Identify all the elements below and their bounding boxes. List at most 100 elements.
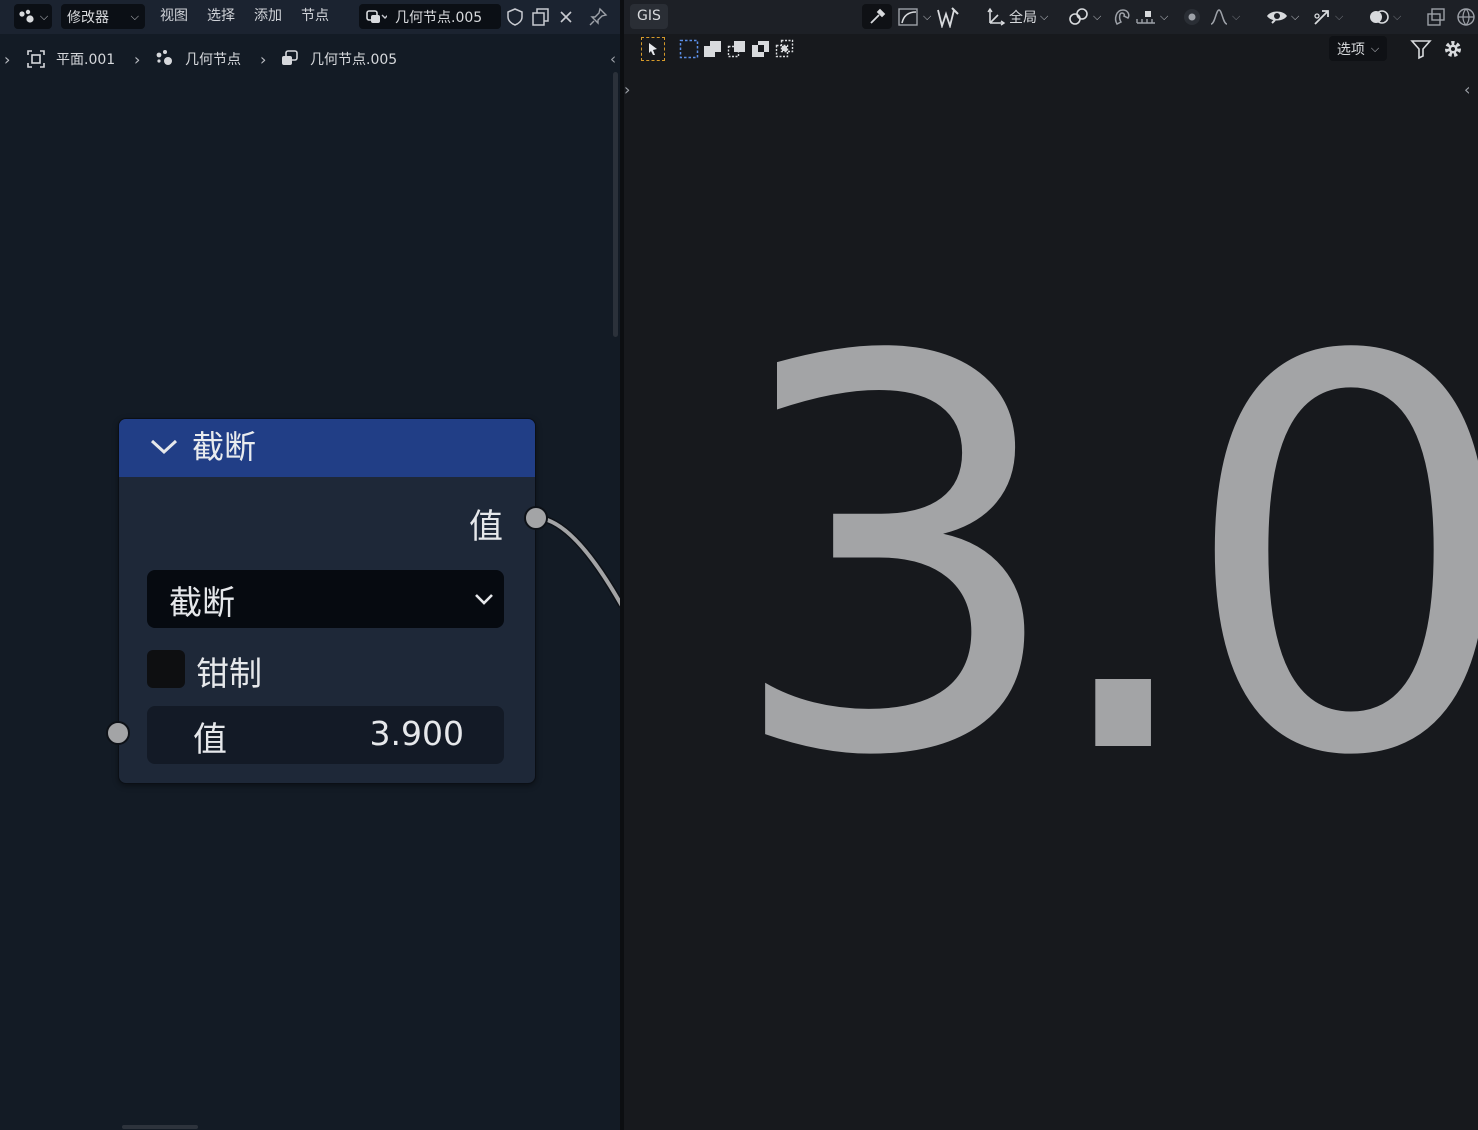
sculpt-icon[interactable] — [936, 6, 960, 28]
mode-dropdown[interactable]: 截断 — [147, 570, 504, 628]
output-label: 值 — [469, 507, 503, 547]
chevron-down-icon: ⌵ — [1093, 9, 1102, 23]
duplicate-icon[interactable] — [531, 7, 551, 27]
input-socket[interactable] — [106, 721, 130, 745]
filter-icon[interactable] — [1410, 38, 1432, 60]
sidebar-toggle-icon[interactable]: ‹ — [1464, 80, 1470, 99]
context-dropdown[interactable]: 修改器 ⌵ — [61, 4, 145, 29]
cursor-arrow-icon — [649, 43, 657, 55]
falloff-curve-icon — [1210, 8, 1228, 25]
breadcrumb-label: 几何节点.005 — [310, 52, 398, 68]
node-title: 截断 — [192, 428, 257, 466]
chevron-right-icon: › — [260, 50, 267, 69]
orientation-axes-icon — [987, 7, 1006, 26]
breadcrumb: › 平面.001 › 几何节点 › 几何节点.005 ‹ — [0, 42, 620, 76]
viewer-value-display: 3.0 — [724, 246, 1478, 874]
eyedropper-button[interactable] — [862, 4, 892, 29]
mode-label: 截断 — [169, 583, 235, 622]
sidebar-toggle-icon[interactable]: ‹ — [610, 50, 616, 68]
mesh-object-icon — [27, 50, 45, 68]
truncate-node[interactable]: 截断 值 截断 钳制 值 3.900 — [118, 418, 536, 784]
menu-add[interactable]: 添加 — [250, 4, 286, 29]
breadcrumb-object: 平面.001 — [26, 42, 115, 76]
fake-user-shield-icon[interactable] — [506, 8, 524, 26]
toolbar-toggle-icon[interactable]: › — [624, 80, 630, 99]
transform-orientation-dropdown[interactable]: 全局 ⌵ — [986, 4, 1048, 29]
gizmo-icon — [1314, 9, 1329, 25]
menu-view[interactable]: 视图 — [156, 4, 192, 29]
chevron-down-icon: ⌵ — [39, 9, 49, 23]
clamp-checkbox[interactable] — [147, 650, 185, 688]
chevron-down-icon: ⌵ — [130, 9, 139, 23]
node-group-selector[interactable]: 几何节点.005 — [359, 4, 501, 29]
chevron-down-icon: ⌵ — [1040, 9, 1049, 23]
options-label: 选项 — [1336, 41, 1365, 58]
node-link — [537, 514, 620, 608]
link-icon — [1069, 7, 1088, 25]
magnet-icon — [1114, 8, 1130, 25]
chevron-down-icon: ⌵ — [1291, 9, 1300, 23]
orientation-label: 全局 — [1009, 9, 1037, 26]
chevron-right-icon: › — [134, 50, 141, 69]
viewer-area[interactable]: GIS ⌵ 全局 ⌵ ⌵ ⌵ ⌵ ⌵ ⌵ ⌵ 选项 ⌵ › ‹ 3.0 — [624, 0, 1478, 1130]
breadcrumb-label: 平面.001 — [56, 52, 116, 68]
viewer-header: GIS ⌵ 全局 ⌵ ⌵ ⌵ ⌵ ⌵ ⌵ ⌵ — [624, 0, 1478, 34]
gis-tab[interactable]: GIS — [630, 4, 668, 29]
node-editor-icon — [19, 9, 34, 23]
visibility-dropdown[interactable]: ⌵ — [1266, 4, 1299, 29]
node-group-name: 几何节点.005 — [395, 9, 483, 26]
chevron-down-icon: ⌵ — [1335, 9, 1344, 23]
node-tree-icon — [282, 50, 298, 65]
value-input-field[interactable]: 值 3.900 — [147, 706, 504, 764]
chevron-down-icon: ⌵ — [1370, 41, 1380, 55]
clamp-label: 钳制 — [196, 654, 262, 693]
node-tree-icon — [366, 9, 387, 23]
overlays-dropdown[interactable]: ⌵ — [1368, 4, 1401, 29]
select-intersect-icon[interactable] — [775, 39, 795, 59]
editor-type-button[interactable]: ⌵ — [14, 4, 52, 29]
menu-select[interactable]: 选择 — [203, 4, 239, 29]
xray-toggle-icon[interactable] — [1426, 8, 1446, 26]
select-tool-button[interactable] — [641, 37, 665, 61]
select-extend-icon[interactable] — [703, 39, 723, 59]
node-header[interactable]: 截断 — [119, 419, 535, 477]
snap-increment-icon — [1136, 10, 1155, 24]
context-label: 修改器 — [67, 9, 109, 26]
select-new-icon[interactable] — [679, 39, 699, 59]
options-dropdown[interactable]: 选项 ⌵ — [1329, 36, 1387, 61]
chevron-down-icon: ⌵ — [923, 9, 932, 23]
gear-icon[interactable] — [1442, 38, 1464, 60]
eyedropper-icon — [870, 8, 886, 24]
snap-curve-button[interactable]: ⌵ — [898, 4, 931, 29]
eye-visibility-icon — [1267, 11, 1287, 24]
breadcrumb-node-tree: 几何节点.005 — [280, 42, 397, 76]
proportional-editing-icon[interactable] — [1181, 7, 1203, 27]
falloff-dropdown[interactable]: ⌵ — [1209, 4, 1240, 29]
chevron-down-icon: ⌵ — [1160, 9, 1169, 23]
select-invert-icon[interactable] — [751, 39, 771, 59]
value-field-number: 3.900 — [369, 714, 464, 753]
pivot-dropdown[interactable]: ⌵ — [1068, 4, 1101, 29]
node-editor[interactable]: ⌵ 修改器 ⌵ 视图 选择 添加 节点 几何节点.005 › 平面.001 › … — [0, 0, 620, 1130]
value-field-label: 值 — [193, 720, 227, 760]
output-socket[interactable] — [524, 506, 548, 530]
overlay-icon — [1370, 9, 1389, 24]
pin-icon[interactable] — [588, 7, 608, 27]
curve-icon — [898, 7, 918, 26]
select-subtract-icon[interactable] — [727, 39, 747, 59]
horizontal-scrollbar[interactable] — [122, 1125, 198, 1129]
node-editor-header: ⌵ 修改器 ⌵ 视图 选择 添加 节点 几何节点.005 — [0, 0, 620, 34]
snap-dropdown[interactable]: ⌵ — [1112, 4, 1168, 29]
gizmo-dropdown[interactable]: ⌵ — [1312, 4, 1343, 29]
vertical-scrollbar[interactable] — [613, 72, 618, 337]
chevron-right-icon: › — [4, 50, 11, 69]
chevron-down-icon: ⌵ — [1232, 9, 1241, 23]
chevron-down-icon: ⌵ — [1393, 9, 1402, 23]
menu-node[interactable]: 节点 — [297, 4, 333, 29]
close-icon[interactable] — [559, 10, 573, 24]
collapse-chevron-icon[interactable] — [149, 437, 179, 457]
wireframe-shading-icon[interactable] — [1456, 7, 1476, 27]
chevron-down-icon — [475, 594, 493, 605]
breadcrumb-modifier: 几何节点 — [155, 42, 241, 76]
geometry-nodes-icon — [156, 50, 172, 65]
